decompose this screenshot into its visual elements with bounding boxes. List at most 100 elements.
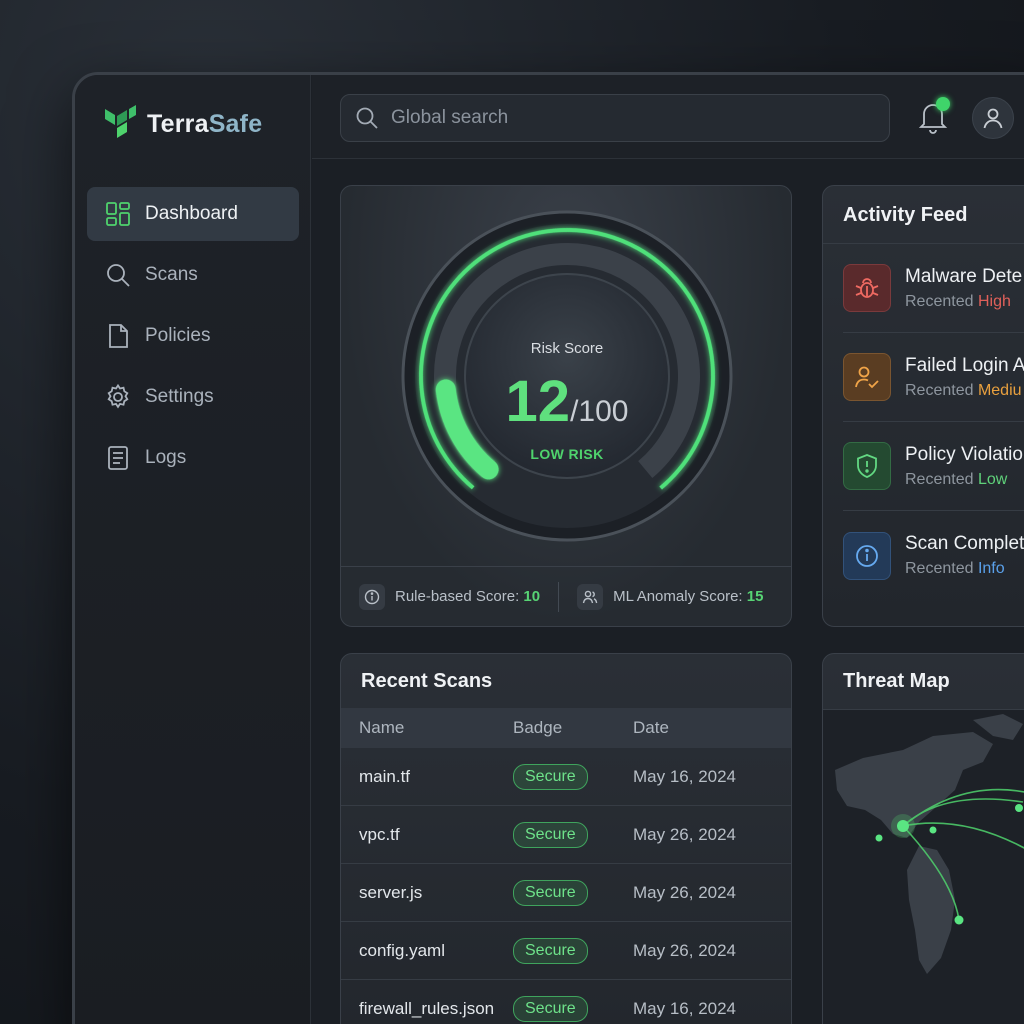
logo[interactable]: TerraSafe [103,105,262,143]
sidebar-item-settings[interactable]: Settings [87,370,299,424]
feed-item-title: Malware Dete [905,265,1023,287]
document-icon [109,324,128,348]
table-header: Name Badge Date [341,708,791,748]
risk-score-card: Risk Score 12/100 LOW RISK Rule-based Sc… [340,185,792,627]
gauge-readout: Risk Score 12/100 LOW RISK [399,208,735,544]
feed-item-title: Policy Violatio [905,443,1023,465]
feed-item[interactable]: Malware Dete Recented High [843,244,1024,333]
scan-date: May 26, 2024 [633,940,737,960]
scan-name: vpc.tf [359,824,400,844]
users-icon [577,583,604,610]
feed-item-prefix: Recented [905,560,974,577]
search-icon [107,264,130,287]
log-icon [108,446,128,470]
risk-score-max: /100 [570,395,629,428]
dashboard-icon [106,202,130,226]
sidebar-item-label: Scans [145,264,198,285]
table-row[interactable]: vpc.tf Secure May 26, 2024 [341,806,791,864]
gear-icon [107,384,129,409]
scan-name: firewall_rules.json [359,998,495,1018]
sidebar-item-dashboard[interactable]: Dashboard [87,187,299,241]
sidebar-item-scans[interactable]: Scans [87,248,299,302]
threat-point[interactable] [1015,804,1023,812]
activity-feed-title: Activity Feed [843,204,968,226]
scan-date: May 16, 2024 [633,998,737,1018]
threat-point[interactable] [875,834,883,842]
bug-icon [843,264,891,312]
ml-anomaly-score: ML Anomaly Score: 15 [559,583,764,610]
rule-based-score-label: Rule-based Score: [395,588,520,605]
notification-dot [936,97,950,111]
sidebar-item-label: Logs [145,447,187,468]
sidebar-item-label: Dashboard [145,203,238,224]
scan-name: server.js [359,882,423,902]
table-row[interactable]: firewall_rules.json Secure May 16, 2024 [341,980,791,1024]
global-search[interactable] [340,94,890,142]
user-check-icon [843,353,891,401]
main-area: Risk Score 12/100 LOW RISK Rule-based Sc… [312,75,1024,1024]
threat-map-card: Threat Map [822,653,1024,1024]
sidebar-item-label: Policies [145,325,211,346]
shield-icon [843,442,891,490]
column-header-name[interactable]: Name [341,718,513,738]
search-input[interactable] [391,107,861,129]
rule-based-score: Rule-based Score: 10 [341,583,541,610]
rule-based-score-value: 10 [523,588,541,605]
feed-item[interactable]: Scan Complet Recented Info [843,511,1024,600]
avatar[interactable] [972,97,1014,139]
severity-label: Info [977,560,1005,577]
scan-date: May 26, 2024 [633,882,737,902]
table-row[interactable]: main.tf Secure May 16, 2024 [341,748,791,806]
threat-point[interactable] [929,826,937,834]
sidebar: TerraSafe Dashboard Scans Policies Setti… [75,75,311,1024]
sidebar-nav: Dashboard Scans Policies Settings Logs [87,187,299,492]
activity-feed-card: Activity Feed Malware Dete Recented High [822,185,1024,627]
severity-label: Low [977,470,1008,488]
activity-feed-list: Malware Dete Recented High Failed Login … [843,244,1024,600]
scans-table-body: main.tf Secure May 16, 2024 vpc.tf Secur… [341,748,791,1024]
feed-item-prefix: Recented [905,292,974,310]
terrasafe-logo-icon [105,105,136,138]
scan-name: main.tf [359,766,411,786]
search-icon [356,107,378,129]
severity-label: High [977,292,1011,310]
risk-score-number: 12 [505,369,571,434]
ml-anomaly-score-label: ML Anomaly Score: [613,588,743,605]
feed-item-title: Scan Complet [905,533,1024,554]
brand-name-part1: Terra [147,109,209,138]
top-bar [312,75,1024,159]
brand-name-part2: Safe [208,109,263,138]
info-icon [843,531,891,580]
feed-item[interactable]: Failed Login A Recented Mediu [843,333,1024,422]
column-header-badge[interactable]: Badge [513,718,633,738]
sidebar-item-policies[interactable]: Policies [87,309,299,363]
status-badge: Secure [513,763,588,790]
threat-point[interactable] [954,915,964,925]
ml-anomaly-score-value: 15 [746,588,764,605]
threat-map-title: Threat Map [843,670,950,692]
risk-level: LOW RISK [530,446,604,462]
score-breakdown: Rule-based Score: 10 ML Anomaly Score: 1… [341,566,791,626]
app-window: TerraSafe Dashboard Scans Policies Setti… [72,72,1024,1024]
feed-item[interactable]: Policy Violatio Recented Low [843,422,1024,511]
user-icon [983,108,1003,129]
column-header-date[interactable]: Date [633,718,791,738]
feed-item-prefix: Recented [905,381,974,399]
severity-label: Mediu [977,381,1022,399]
risk-score-value: 12/100 [399,368,735,435]
threat-map[interactable] [823,710,1024,1024]
table-row[interactable]: config.yaml Secure May 26, 2024 [341,922,791,980]
sidebar-item-label: Settings [145,386,214,407]
scan-date: May 16, 2024 [633,766,737,786]
recent-scans-card: Recent Scans Name Badge Date main.tf Sec… [340,653,792,1024]
threat-source-point[interactable] [897,820,909,832]
scan-name: config.yaml [359,940,445,960]
status-badge: Secure [513,879,588,906]
sidebar-item-logs[interactable]: Logs [87,431,299,485]
table-row[interactable]: server.js Secure May 26, 2024 [341,864,791,922]
feed-item-prefix: Recented [905,470,974,488]
scan-date: May 26, 2024 [633,824,737,844]
status-badge: Secure [513,821,588,848]
risk-score-label: Risk Score [530,340,604,357]
recent-scans-title: Recent Scans [361,670,493,692]
